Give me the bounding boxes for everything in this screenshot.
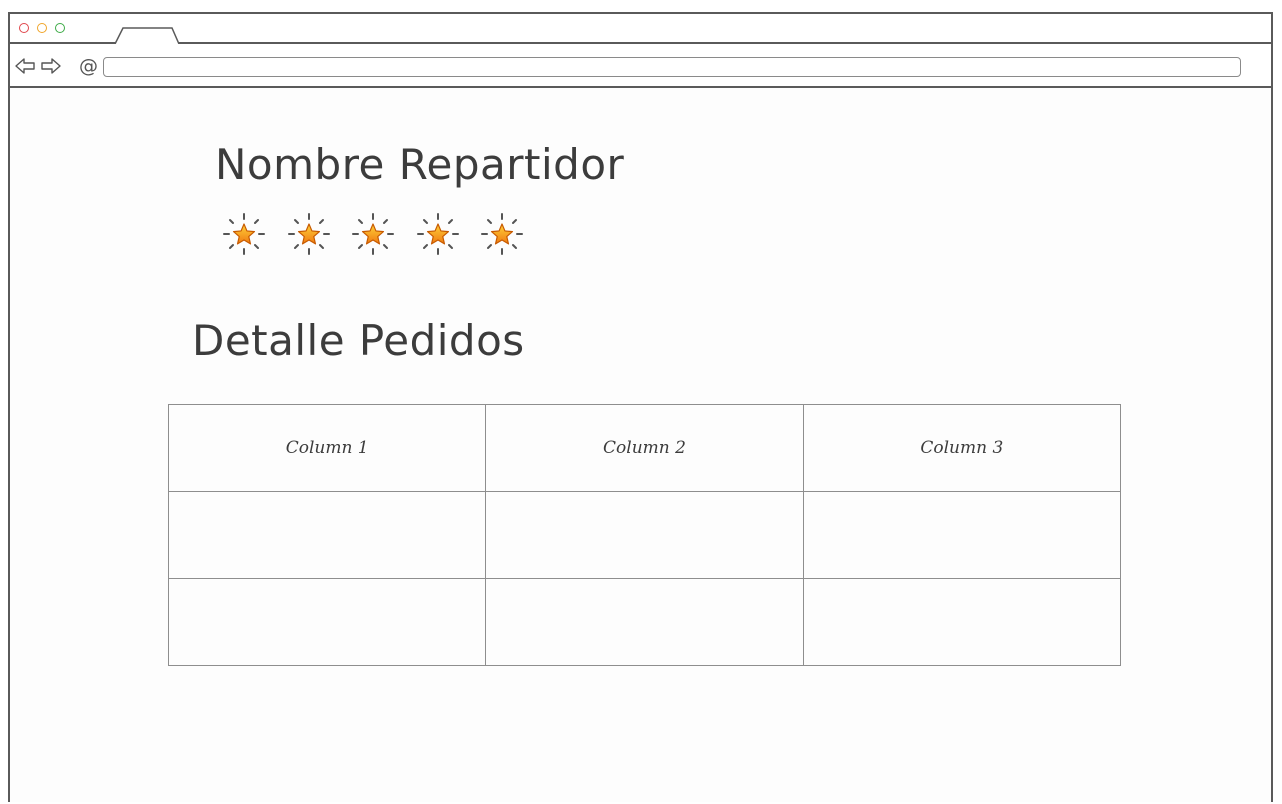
table-cell [802, 578, 1122, 666]
table-header-row: Column 1 Column 2 Column 3 [167, 404, 1122, 492]
maximize-window-button[interactable] [55, 23, 65, 33]
table-cell [485, 491, 804, 579]
url-input[interactable] [103, 57, 1241, 77]
table-cell [167, 491, 487, 579]
orders-table: Column 1 Column 2 Column 3 [167, 404, 1122, 666]
star-icon[interactable] [222, 212, 266, 256]
order-details-heading: Detalle Pedidos [192, 316, 525, 365]
column-header: Column 1 [167, 404, 487, 492]
forward-arrow-icon[interactable] [40, 56, 62, 76]
column-header: Column 2 [485, 404, 804, 492]
delivery-person-name-heading: Nombre Repartidor [215, 140, 625, 189]
site-info-icon[interactable]: @ [79, 55, 101, 77]
star-icon[interactable] [480, 212, 524, 256]
navigation-bar: @ [10, 44, 1271, 88]
browser-window: @ Nombre Repartidor Detalle Pedidos Colu… [8, 12, 1273, 802]
star-icon[interactable] [351, 212, 395, 256]
page-content: Nombre Repartidor Detalle Pedidos Column… [10, 88, 1271, 804]
column-header: Column 3 [802, 404, 1122, 492]
table-cell [802, 491, 1122, 579]
table-row [167, 491, 1122, 579]
browser-tab[interactable] [114, 27, 180, 44]
star-icon[interactable] [416, 212, 460, 256]
table-cell [485, 578, 804, 666]
close-window-button[interactable] [19, 23, 29, 33]
back-arrow-icon[interactable] [14, 56, 36, 76]
title-bar [10, 14, 1271, 44]
star-rating [222, 212, 545, 256]
star-icon[interactable] [287, 212, 331, 256]
table-row [167, 578, 1122, 666]
minimize-window-button[interactable] [37, 23, 47, 33]
table-cell [167, 578, 487, 666]
